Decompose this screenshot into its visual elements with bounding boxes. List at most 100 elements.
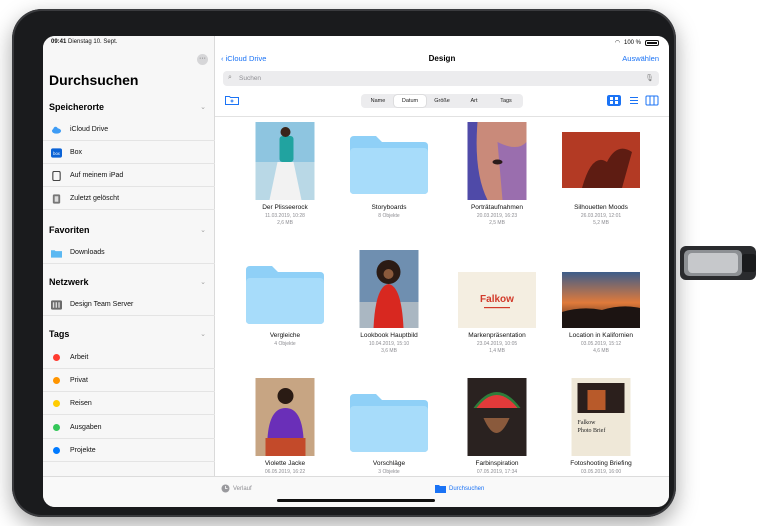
chevron-down-icon[interactable]: ⌄: [200, 330, 206, 338]
thumbnail-title-line2: Photo Brief: [578, 427, 606, 434]
sidebar-item-box[interactable]: box Box: [43, 142, 215, 164]
sidebar-item-design-team-server[interactable]: Design Team Server: [43, 294, 215, 316]
file-item[interactable]: Lookbook Hauptbild 10.04.2019, 15:10 3,6…: [339, 250, 439, 368]
file-date: 03.05.2019, 15:12: [580, 341, 622, 347]
tab-browse[interactable]: Durchsuchen: [435, 484, 484, 493]
search-icon: ⌕: [228, 74, 232, 81]
file-item[interactable]: Falkow Markenpräsentation 23.04.2019, 10…: [447, 250, 547, 368]
folder-item[interactable]: Storyboards 8 Objekte: [339, 122, 439, 240]
status-time: 09:41 Dienstag 10. Sept.: [51, 39, 118, 45]
sidebar-item-tag-reisen[interactable]: Reisen: [43, 393, 215, 415]
sidebar-item-icloud-drive[interactable]: iCloud Drive: [43, 119, 215, 141]
sidebar-title: Durchsuchen: [49, 72, 139, 88]
file-date: 11.03.2019, 10:28: [265, 213, 305, 219]
file-name: Porträtaufnahmen: [470, 204, 524, 211]
file-name: Silhouetten Moods: [574, 204, 628, 211]
folder-icon: [350, 136, 428, 194]
list-view-icon[interactable]: [627, 95, 641, 106]
search-input[interactable]: Suchen: [239, 75, 261, 82]
file-item[interactable]: Der Plisseerock 11.03.2019, 10:28 2,6 MB: [235, 122, 335, 240]
photo-thumbnail: [467, 122, 527, 200]
file-date: 10.04.2019, 15:10: [368, 341, 410, 347]
file-name: Fotoshooting Briefing: [570, 460, 632, 467]
tab-recents[interactable]: Verlauf: [221, 484, 252, 493]
file-name: Der Plisseerock: [262, 204, 308, 211]
folder-name: Vorschläge: [372, 460, 406, 467]
microphone-icon[interactable]: 🎙: [645, 74, 654, 82]
sort-option-tags[interactable]: Tags: [490, 95, 522, 107]
tab-label: Verlauf: [233, 485, 252, 492]
new-folder-icon[interactable]: [225, 95, 239, 105]
photo-thumbnail: [255, 378, 315, 456]
section-header-favorites[interactable]: Favoriten: [49, 225, 90, 235]
sort-option-name[interactable]: Name: [362, 95, 394, 107]
chevron-down-icon[interactable]: ⌄: [200, 278, 206, 286]
sidebar-item-on-my-ipad[interactable]: Auf meinem iPad: [43, 165, 215, 187]
sidebar-item-label: Box: [70, 149, 83, 156]
sort-option-size[interactable]: Größe: [426, 95, 458, 107]
tag-color-dot: [53, 424, 60, 431]
photo-thumbnail: [359, 250, 419, 328]
sidebar-item-tag-privat[interactable]: Privat: [43, 370, 215, 392]
toolbar-divider: [215, 116, 669, 117]
tag-color-dot: [53, 447, 60, 454]
file-date: 03.05.2019, 16:00: [580, 469, 622, 475]
sidebar-item-label: Auf meinem iPad: [70, 172, 124, 179]
usb-drive-image: [680, 246, 756, 280]
more-options-button[interactable]: ···: [197, 54, 208, 65]
document-thumbnail: Falkow Photo Brief: [571, 378, 631, 456]
file-date: 23.04.2019, 10:05: [476, 341, 518, 347]
folder-icon: [350, 394, 428, 452]
sidebar-item-tag-ausgaben[interactable]: Ausgaben: [43, 417, 215, 439]
sidebar-item-label: Arbeit: [70, 354, 89, 361]
folder-name: Vergleiche: [269, 332, 301, 339]
sidebar-item-downloads[interactable]: Downloads: [43, 242, 215, 264]
chevron-down-icon[interactable]: ⌄: [200, 226, 206, 234]
grid-view-icon[interactable]: [607, 95, 621, 106]
file-name: Violette Jacke: [264, 460, 306, 467]
tab-label: Durchsuchen: [449, 485, 485, 492]
file-item[interactable]: Silhouetten Moods 26.03.2019, 12:01 5,2 …: [551, 122, 651, 240]
chevron-down-icon[interactable]: ⌄: [200, 103, 206, 111]
sort-option-date[interactable]: Datum: [394, 95, 426, 107]
cloud-icon: [51, 126, 62, 134]
home-indicator[interactable]: [277, 499, 435, 502]
folder-count: 8 Objekte: [378, 213, 400, 219]
section-header-locations[interactable]: Speicherorte: [49, 102, 104, 112]
file-name: Farbinspiration: [475, 460, 519, 467]
sidebar-item-tag-projekte[interactable]: Projekte: [43, 440, 215, 462]
ipad-screen: 09:41 Dienstag 10. Sept. ··· Durchsuchen…: [43, 36, 669, 507]
sidebar-item-label: Projekte: [70, 447, 96, 454]
thumbnail-title-line1: Falkow: [578, 420, 597, 426]
status-indicators: ◠ 100 %: [615, 39, 659, 46]
sidebar-item-label: Ausgaben: [70, 424, 102, 431]
sort-option-kind[interactable]: Art: [458, 95, 490, 107]
section-header-network[interactable]: Netzwerk: [49, 277, 89, 287]
ipad-icon: [52, 171, 61, 181]
sidebar-item-label: Design Team Server: [70, 301, 134, 308]
sidebar-item-recently-deleted[interactable]: Zuletzt gelöscht: [43, 188, 215, 210]
folder-item[interactable]: Vergleiche 4 Objekte: [235, 250, 335, 368]
photo-thumbnail: [562, 132, 640, 188]
server-icon: [51, 300, 62, 310]
sidebar-item-tag-arbeit[interactable]: Arbeit: [43, 347, 215, 369]
section-header-tags[interactable]: Tags: [49, 329, 69, 339]
sidebar-item-label: Downloads: [70, 249, 105, 256]
file-size: 5,2 MB: [593, 220, 609, 226]
file-size: 3,6 MB: [381, 348, 397, 354]
file-date: 26.03.2019, 12:01: [580, 213, 622, 219]
select-button[interactable]: Auswählen: [622, 54, 659, 63]
sidebar-item-label: Privat: [70, 377, 88, 384]
tag-color-dot: [53, 400, 60, 407]
document-thumbnail: Falkow: [458, 272, 536, 328]
wifi-icon: ◠: [614, 40, 620, 46]
file-name: Markenpräsentation: [468, 332, 526, 339]
sidebar-item-label: Zuletzt gelöscht: [70, 195, 120, 202]
file-item[interactable]: Porträtaufnahmen 20.03.2019, 16:23 2,5 M…: [447, 122, 547, 240]
column-view-icon[interactable]: [645, 95, 659, 106]
file-browser: ◠ 100 % ‹ iCloud Drive Design Auswählen …: [215, 36, 669, 476]
file-name: Location in Kalifornien: [569, 332, 633, 339]
search-field[interactable]: ⌕ Suchen 🎙: [223, 71, 659, 86]
file-item[interactable]: Location in Kalifornien 03.05.2019, 15:1…: [551, 250, 651, 368]
file-date: 06.05.2019, 16:22: [264, 469, 306, 475]
